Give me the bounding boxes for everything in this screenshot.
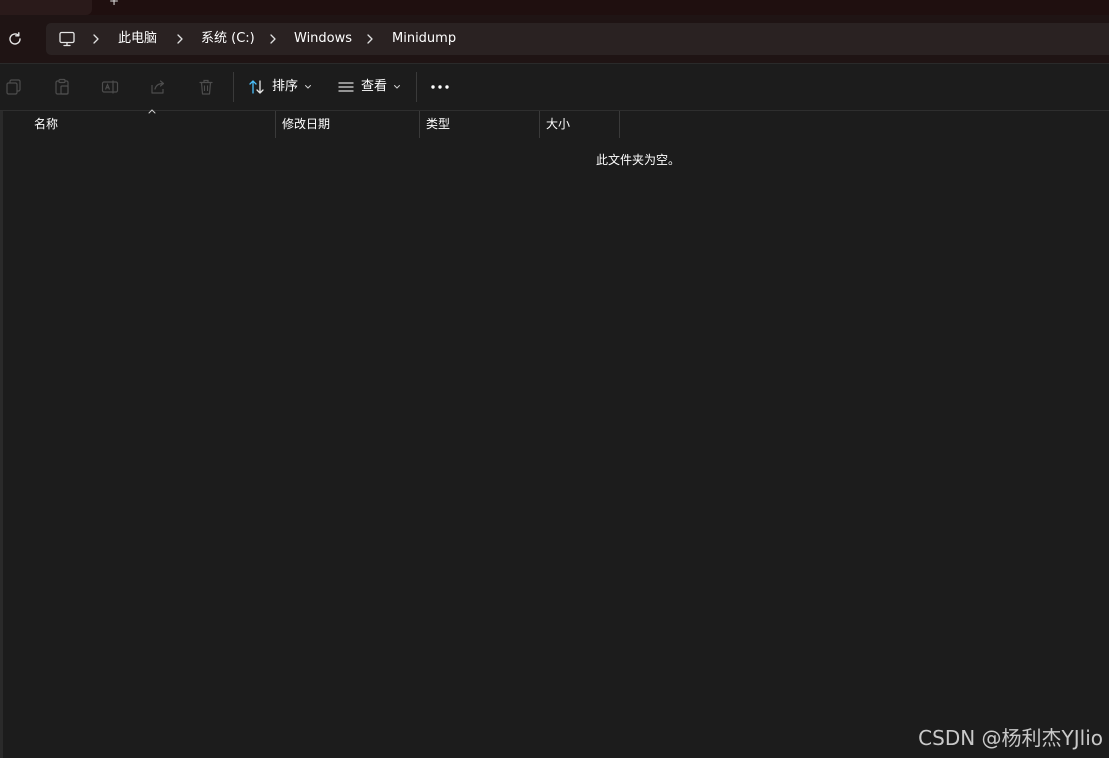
watermark: CSDN @杨利杰YJlio — [918, 726, 1103, 750]
column-header-name[interactable]: 名称 — [34, 111, 58, 138]
column-header-size[interactable]: 大小 — [546, 111, 570, 138]
column-divider[interactable] — [619, 111, 620, 138]
chevron-right-icon[interactable] — [90, 31, 102, 47]
refresh-icon — [9, 32, 21, 45]
breadcrumb-system-c[interactable]: 系统 (C:) — [201, 31, 255, 47]
column-divider[interactable] — [539, 111, 540, 138]
column-divider[interactable] — [419, 111, 420, 138]
pane-edge — [0, 111, 3, 758]
copy-icon[interactable] — [5, 78, 23, 96]
view-button[interactable]: 查看 — [337, 76, 401, 98]
trash-icon[interactable] — [197, 78, 215, 96]
chevron-down-icon — [394, 85, 401, 89]
column-header-date-modified[interactable]: 修改日期 — [282, 111, 330, 138]
sort-button[interactable]: 排序 — [248, 76, 312, 98]
sort-ascending-icon — [148, 109, 156, 114]
file-explorer-window: np ✕ + 此电脑 系统 (C:) — [0, 0, 1109, 758]
chevron-right-icon[interactable] — [364, 31, 376, 47]
command-divider — [416, 72, 417, 102]
breadcrumb-windows[interactable]: Windows — [294, 31, 352, 47]
address-bar[interactable]: 此电脑 系统 (C:) Windows Minidump — [46, 23, 1109, 55]
command-divider — [233, 72, 234, 102]
chevron-right-icon[interactable] — [174, 31, 186, 47]
new-tab-icon[interactable]: + — [109, 0, 119, 7]
refresh-button[interactable] — [3, 27, 27, 51]
chevron-down-icon — [305, 85, 312, 89]
breadcrumb-minidump[interactable]: Minidump — [392, 31, 456, 47]
computer-icon[interactable] — [58, 30, 76, 48]
breadcrumb-this-pc[interactable]: 此电脑 — [118, 31, 157, 47]
sort-label: 排序 — [272, 79, 299, 94]
view-lines-icon — [338, 82, 354, 92]
navigation-row: 此电脑 系统 (C:) Windows Minidump — [0, 15, 1109, 64]
more-options-button[interactable] — [428, 78, 452, 96]
chevron-right-icon[interactable] — [267, 31, 279, 47]
paste-icon[interactable] — [53, 78, 71, 96]
rename-icon[interactable] — [101, 78, 119, 96]
share-icon[interactable] — [149, 78, 167, 96]
column-divider[interactable] — [275, 111, 276, 138]
more-dots-icon — [431, 85, 449, 89]
command-bar: 排序 查看 — [0, 64, 1109, 111]
title-bar: np ✕ + — [0, 0, 1109, 15]
sort-arrows-icon — [249, 80, 264, 94]
column-header-type[interactable]: 类型 — [426, 111, 450, 138]
active-tab[interactable]: np ✕ — [0, 0, 92, 15]
empty-folder-message: 此文件夹为空。 — [596, 153, 681, 167]
file-list-pane[interactable]: 名称 修改日期 类型 大小 此文件夹为空。 — [0, 109, 1109, 758]
view-label: 查看 — [361, 79, 388, 94]
